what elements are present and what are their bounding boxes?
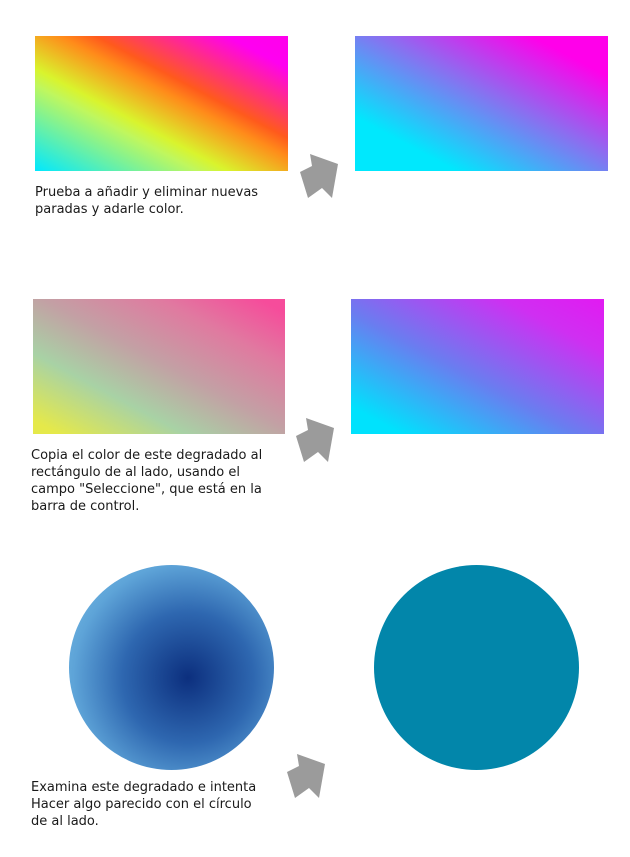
exercise-2-instruction: Copia el color de este degradado al rect…	[31, 448, 263, 514]
radial-gradient-circle	[69, 565, 274, 770]
target-gradient-rectangle-1	[355, 36, 608, 171]
right-arrow-icon	[294, 416, 336, 464]
pastel-gradient-rectangle	[33, 299, 285, 434]
exercise-1-instruction: Prueba a añadir y eliminar nuevas parada…	[35, 185, 259, 217]
target-gradient-rectangle-2	[351, 299, 604, 434]
right-arrow-icon	[298, 152, 340, 200]
exercise-3-instruction: Examina este degradado e intenta Hacer a…	[31, 780, 257, 829]
solid-teal-circle	[374, 565, 579, 770]
rainbow-gradient-rectangle	[35, 36, 288, 171]
